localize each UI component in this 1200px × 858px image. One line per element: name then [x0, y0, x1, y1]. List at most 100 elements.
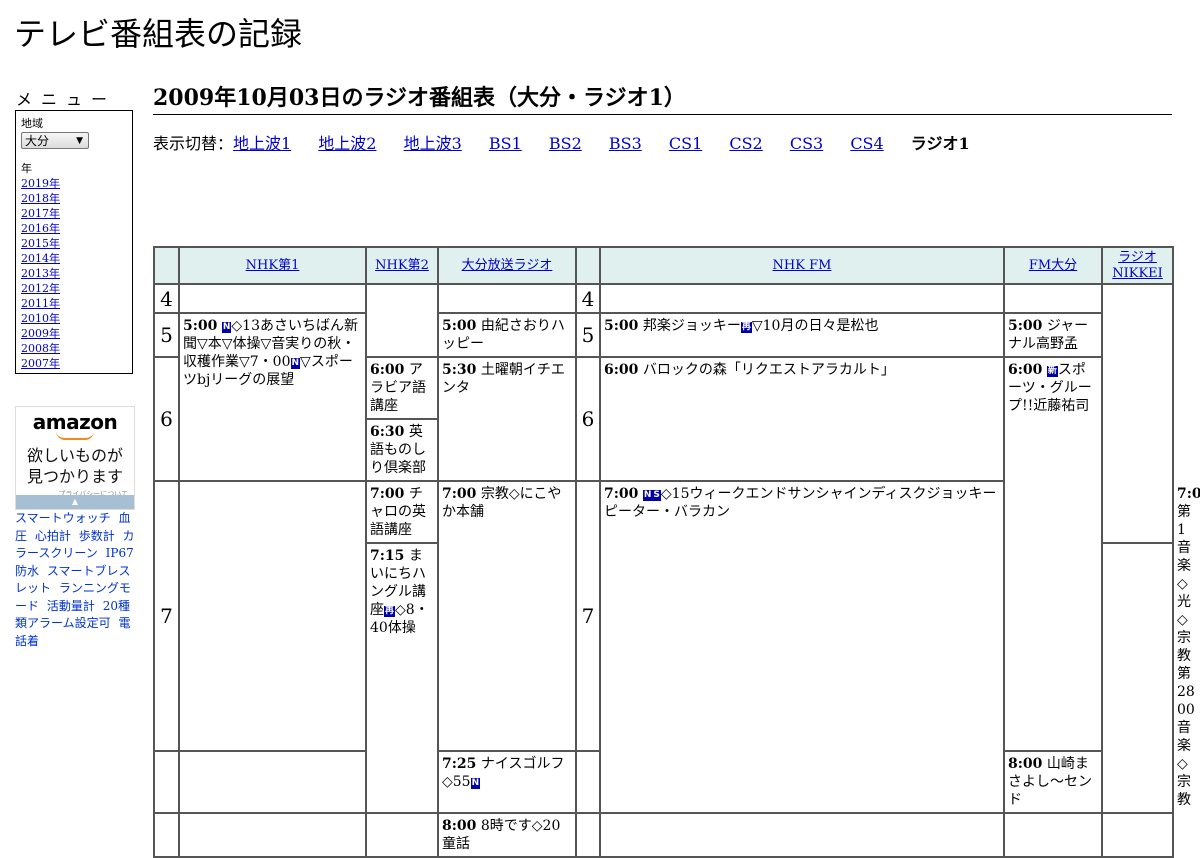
ad-keyword-link[interactable]: 活動量計	[47, 599, 95, 613]
year-link[interactable]: 2015年	[21, 237, 60, 250]
year-link[interactable]: 2019年	[21, 177, 60, 190]
hour-cell: 6	[153, 356, 180, 482]
news-badge-icon: N	[290, 358, 301, 369]
channel-link[interactable]: ラジオNIKKEI	[1112, 250, 1163, 281]
program-cell[interactable]: 7:00 N S◇15ウィークエンドサンシャインディスクジョッキーピーター・バラカ…	[599, 480, 1005, 814]
channel-link[interactable]: 大分放送ラジオ	[462, 258, 553, 273]
switch-link[interactable]: CS3	[790, 134, 823, 153]
new-badge-icon: 新	[1046, 366, 1058, 377]
year-link[interactable]: 2012年	[21, 282, 60, 295]
year-link[interactable]: 2009年	[21, 327, 60, 340]
program-time: 5:00	[442, 318, 477, 334]
program-title: ▽10月の日々是松也	[751, 318, 879, 334]
year-link[interactable]: 2008年	[21, 342, 60, 355]
empty-slot	[1003, 283, 1103, 314]
channel-header: NHK第1	[178, 246, 367, 285]
hour-cell	[575, 750, 601, 814]
ad-line-1: 欲しいものが	[26, 446, 123, 465]
channel-link[interactable]: NHK第2	[375, 258, 429, 273]
year-link[interactable]: 2011年	[21, 297, 60, 310]
hour-cell: 6	[575, 356, 601, 482]
channel-link[interactable]: NHK第1	[246, 258, 300, 273]
hour-cell: 7	[575, 480, 601, 752]
hour-cell: 7	[153, 480, 180, 752]
program-time: 5:00	[1008, 318, 1043, 334]
year-link[interactable]: 2013年	[21, 267, 60, 280]
switch-link[interactable]: 地上波3	[404, 134, 462, 153]
program-time: 7:25	[442, 756, 477, 772]
empty-slot	[178, 750, 367, 814]
news-badge-icon: N	[470, 778, 481, 789]
hour-cell: 5	[153, 312, 180, 358]
rebroadcast-badge-icon: 再	[384, 606, 396, 617]
amazon-logo: amazon	[32, 410, 118, 434]
switch-link[interactable]: CS1	[669, 134, 702, 153]
ad-keyword-link[interactable]: スマートウォッチ	[15, 511, 111, 525]
year-link[interactable]: 2007年	[21, 357, 60, 370]
hour-cell	[153, 750, 180, 814]
program-cell[interactable]: 5:00 邦楽ジョッキー再▽10月の日々是松也	[599, 312, 1005, 358]
region-select-value: 大分	[25, 134, 50, 148]
program-title: ◇15ウィークエンドサンシャインディスクジョッキーピーター・バラカン	[604, 486, 997, 520]
channel-link[interactable]: FM大分	[1029, 258, 1077, 273]
ad-collapse-bar[interactable]: ▲	[16, 495, 134, 509]
ad-keyword-link[interactable]: 歩数計	[79, 529, 115, 543]
program-time: 6:00	[1008, 362, 1043, 378]
switcher-prefix: 表示切替：	[153, 134, 234, 153]
program-cell[interactable]: 6:30 英語ものしり倶楽部	[365, 418, 439, 482]
switch-link[interactable]: BS1	[489, 134, 522, 153]
region-select[interactable]: 大分 ▼	[21, 132, 89, 149]
switch-link[interactable]: CS4	[850, 134, 883, 153]
program-title: バロックの森「リクエストアラカルト」	[642, 362, 895, 378]
hour-cell: 4	[153, 283, 180, 314]
switch-link[interactable]: BS3	[609, 134, 642, 153]
program-time: 7:00	[604, 486, 639, 502]
switch-link[interactable]: 地上波2	[318, 134, 376, 153]
empty-slot	[599, 812, 1005, 858]
program-cell[interactable]: 7:15 まいにちハングル講座再◇8・40体操	[365, 542, 439, 814]
program-cell[interactable]: 6:00 アラビア語講座	[365, 356, 439, 420]
year-link[interactable]: 2010年	[21, 312, 60, 325]
year-link[interactable]: 2014年	[21, 252, 60, 265]
switch-link[interactable]: CS2	[729, 134, 762, 153]
program-title: 邦楽ジョッキー	[642, 318, 741, 334]
program-time: 5:00	[183, 318, 218, 334]
program-cell[interactable]: 7:00 宗教◇にこやか本舗	[437, 480, 577, 752]
hour-cell: 4	[575, 283, 601, 314]
program-time: 7:00	[442, 486, 477, 502]
chevron-up-icon: ▲	[71, 497, 79, 506]
empty-slot	[365, 283, 439, 358]
year-link[interactable]: 2016年	[21, 222, 60, 235]
empty-slot	[437, 283, 577, 314]
program-cell[interactable]: 7:25 ナイスゴルフ◇55N	[437, 750, 577, 814]
year-link[interactable]: 2017年	[21, 207, 60, 220]
switch-link[interactable]: BS2	[549, 134, 582, 153]
program-cell[interactable]: 6:00 バロックの森「リクエストアラカルト」	[599, 356, 1005, 482]
program-cell[interactable]: 8:00 山崎まさよし～センド	[1003, 750, 1103, 814]
site-title: テレビ番組表の記録	[14, 15, 303, 53]
program-cell[interactable]: 5:00 N◇13あさいちばん新聞▽本▽体操▽音実りの秋・収穫作業▽7・00N▽…	[178, 312, 367, 482]
ad-keyword-link[interactable]: 心拍計	[35, 529, 71, 543]
program-cell[interactable]: 6:00 新スポーツ・グループ!!近藤祐司	[1003, 356, 1103, 752]
schedule-table: NHK第1 NHK第2 大分放送ラジオ NHK FM FM大分 ラジオNIKKE…	[153, 246, 1200, 858]
empty-slot	[1003, 812, 1103, 858]
hour-cell: 5	[575, 312, 601, 358]
hour-cell	[575, 812, 601, 858]
year-link[interactable]: 2018年	[21, 192, 60, 205]
stereo-badge-icon: S	[652, 490, 661, 501]
program-cell[interactable]: 5:30 土曜朝イチエンタ	[437, 356, 577, 482]
empty-slot	[178, 812, 367, 858]
program-cell[interactable]: 8:00 8時です◇20童話	[437, 812, 577, 858]
channel-header: NHK第2	[365, 246, 439, 285]
switch-link[interactable]: 地上波1	[233, 134, 291, 153]
program-cell[interactable]: 5:00 由紀さおりハッピー	[437, 312, 577, 358]
amazon-ad[interactable]: amazon 欲しいものが 見つかります プライバシーについて ▲	[15, 406, 135, 510]
program-time: 8:00	[442, 818, 477, 834]
channel-link[interactable]: NHK FM	[773, 258, 832, 273]
page-title: 2009年10月03日のラジオ番組表（大分・ラジオ1）	[153, 83, 1172, 115]
year-label: 年	[21, 162, 32, 175]
program-cell[interactable]: 7:00 チャロの英語講座	[365, 480, 439, 544]
program-cell[interactable]: 5:00 ジャーナル高野孟	[1003, 312, 1103, 358]
program-time: 7:00	[1177, 486, 1200, 502]
year-list: 2019年 2018年 2017年 2016年 2015年 2014年 2013…	[21, 176, 127, 371]
